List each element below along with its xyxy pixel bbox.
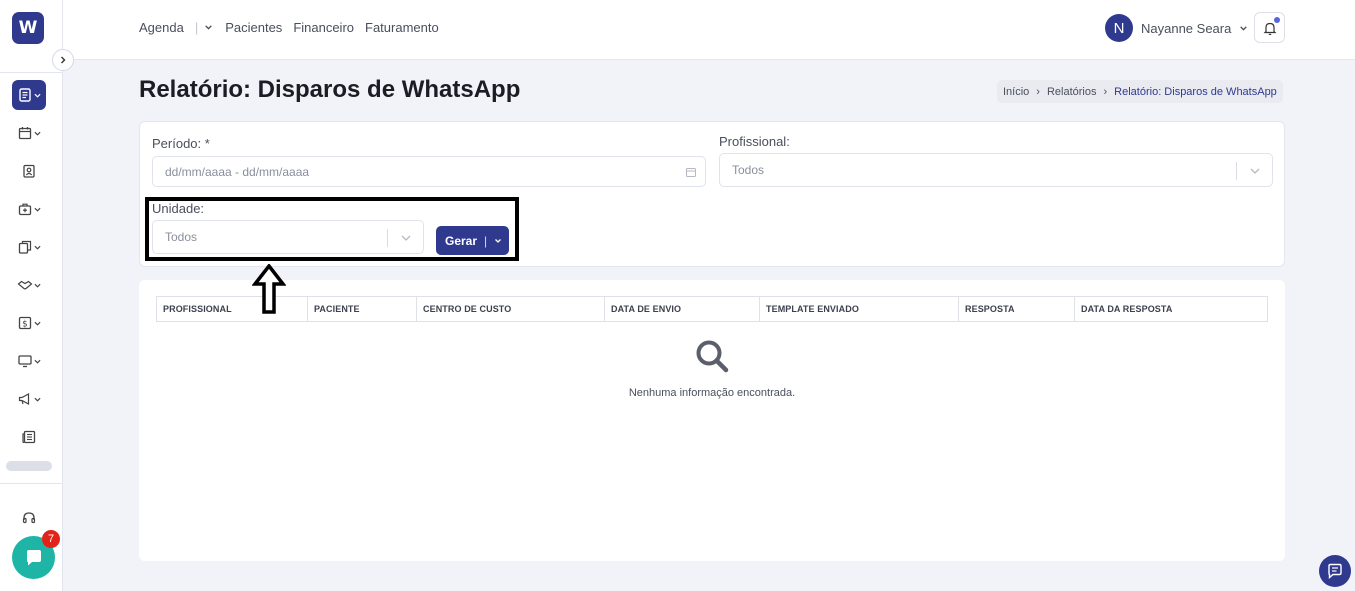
sidebar-item-reports[interactable]	[12, 80, 46, 110]
column-header-data-de-envio[interactable]: DATA DE ENVIO	[605, 297, 760, 321]
money-icon: $	[18, 316, 32, 329]
megaphone-icon	[18, 392, 30, 406]
chevron-right-icon	[61, 56, 66, 64]
sidebar-item-monitor[interactable]	[12, 346, 46, 376]
breadcrumb-current: Relatório: Disparos de WhatsApp	[1114, 85, 1277, 98]
breadcrumb-reports[interactable]: Relatórios	[1047, 86, 1097, 98]
periodo-date-range-input[interactable]: dd/mm/aaaa - dd/mm/aaaa	[152, 156, 706, 187]
profissional-label: Profissional:	[719, 134, 790, 149]
newspaper-icon	[22, 430, 36, 444]
report-icon	[19, 88, 31, 102]
monitor-icon	[18, 355, 32, 368]
breadcrumb-home[interactable]: Início	[1003, 86, 1029, 98]
headset-icon	[22, 512, 36, 524]
message-icon	[1328, 563, 1342, 580]
chevron-down-icon	[34, 321, 41, 326]
sidebar-item-calendar[interactable]	[12, 118, 46, 148]
column-header-resposta[interactable]: RESPOSTA	[959, 297, 1075, 321]
sidebar-scrollbar[interactable]	[6, 461, 52, 471]
sidebar: W $	[0, 0, 63, 591]
results-card: PROFISSIONAL PACIENTE CENTRO DE CUSTO DA…	[139, 280, 1285, 561]
periodo-label: Período: *	[152, 136, 210, 151]
sidebar-item-partnerships[interactable]	[12, 270, 46, 300]
nav-agenda[interactable]: Agenda	[139, 20, 184, 35]
annotation-highlight-box	[145, 197, 519, 261]
sidebar-collapse-button[interactable]	[52, 49, 74, 71]
top-nav: Agenda | Pacientes Financeiro Faturament…	[139, 20, 450, 35]
medical-bag-icon	[18, 203, 32, 216]
chevron-down-icon	[34, 131, 41, 136]
chevron-down-icon	[1240, 25, 1248, 31]
column-header-template-enviado[interactable]: TEMPLATE ENVIADO	[760, 297, 959, 321]
sidebar-item-marketing[interactable]	[12, 384, 46, 414]
chevron-down-icon	[34, 359, 41, 364]
periodo-placeholder: dd/mm/aaaa - dd/mm/aaaa	[165, 164, 310, 179]
chat-badge: 7	[42, 530, 60, 548]
chevron-right-icon: ›	[1036, 85, 1040, 98]
empty-state-message: Nenhuma informação encontrada.	[628, 387, 796, 399]
breadcrumb: Início › Relatórios › Relatório: Disparo…	[997, 80, 1283, 103]
column-header-paciente[interactable]: PACIENTE	[308, 297, 417, 321]
nav-separator: |	[194, 20, 199, 35]
user-name: Nayanne Seara	[1141, 20, 1232, 36]
chevron-down-icon	[1250, 168, 1260, 174]
chevron-right-icon: ›	[1103, 85, 1108, 98]
nav-pacientes[interactable]: Pacientes	[225, 20, 282, 35]
profissional-value: Todos	[732, 163, 765, 177]
column-header-data-da-resposta[interactable]: DATA DA RESPOSTA	[1075, 297, 1267, 321]
select-separator	[1236, 162, 1237, 180]
patient-badge-icon	[23, 164, 35, 178]
chevron-down-icon	[34, 93, 41, 98]
sidebar-divider	[0, 483, 63, 484]
search-icon	[696, 340, 729, 373]
sidebar-item-documents[interactable]	[12, 232, 46, 262]
sidebar-item-support[interactable]	[12, 503, 46, 533]
sidebar-item-clinical[interactable]	[12, 194, 46, 224]
support-chat-button[interactable]	[1319, 555, 1351, 587]
calendar-icon	[18, 127, 32, 140]
top-bar: Agenda | Pacientes Financeiro Faturament…	[63, 0, 1355, 60]
calendar-icon	[686, 168, 696, 177]
chevron-down-icon	[34, 397, 41, 402]
chevron-down-icon	[34, 207, 41, 212]
user-menu[interactable]: N Nayanne Seara	[1105, 14, 1248, 42]
sidebar-item-news[interactable]	[12, 422, 46, 452]
avatar: N	[1105, 14, 1133, 42]
nav-financeiro[interactable]: Financeiro	[293, 20, 354, 35]
profissional-select[interactable]: Todos	[719, 153, 1273, 187]
chat-bubble-icon	[26, 549, 41, 565]
column-header-centro-de-custo[interactable]: CENTRO DE CUSTO	[417, 297, 605, 321]
chevron-down-icon	[34, 283, 41, 288]
notification-dot	[1274, 17, 1280, 23]
annotation-arrow-up-icon	[252, 264, 286, 314]
chevron-down-icon	[34, 245, 41, 250]
sidebar-item-patients[interactable]	[12, 156, 46, 186]
table-header: PROFISSIONAL PACIENTE CENTRO DE CUSTO DA…	[156, 296, 1268, 322]
documents-icon	[18, 240, 32, 254]
sidebar-item-finance[interactable]: $	[12, 308, 46, 338]
handshake-icon	[17, 280, 33, 290]
chevron-down-icon[interactable]	[204, 23, 213, 32]
svg-text:$: $	[22, 319, 27, 329]
page-title: Relatório: Disparos de WhatsApp	[139, 76, 521, 103]
app-logo[interactable]: W	[12, 12, 44, 44]
nav-faturamento[interactable]: Faturamento	[365, 20, 439, 35]
notifications-button[interactable]	[1254, 12, 1285, 43]
sidebar-divider	[0, 72, 63, 73]
